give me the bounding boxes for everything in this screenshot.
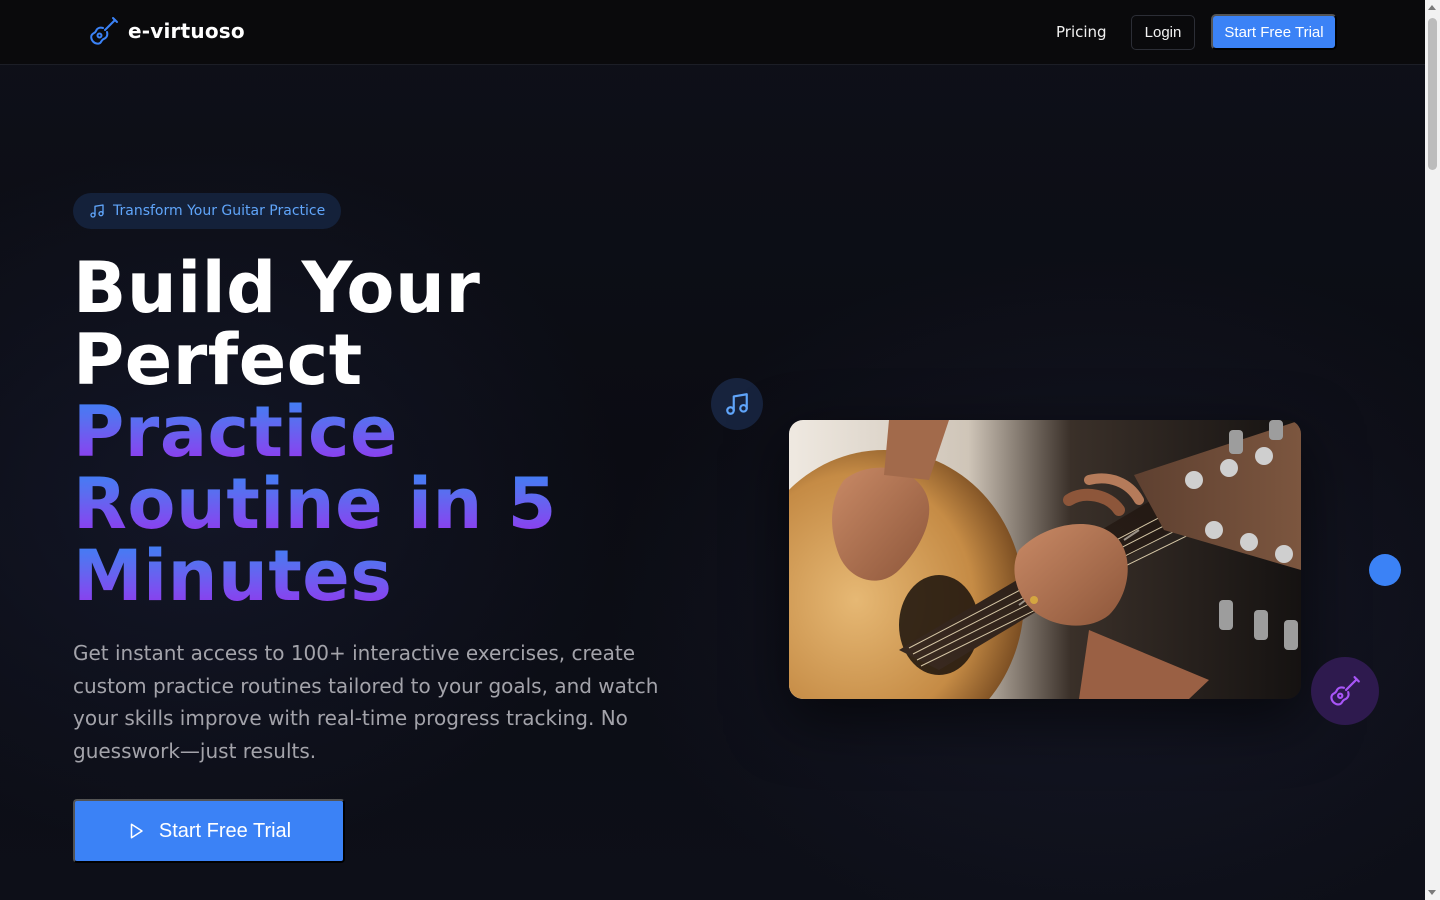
hero-start-trial-button[interactable]: Start Free Trial (73, 799, 345, 863)
nav-start-trial-button[interactable]: Start Free Trial (1211, 14, 1337, 50)
guitar-photo-illustration (789, 420, 1301, 699)
brand-logo[interactable]: e-virtuoso (88, 15, 245, 47)
top-navbar: e-virtuoso Pricing Login Start Free Tria… (0, 0, 1425, 65)
headline-line-4: Routine in 5 (73, 468, 693, 540)
guitar-icon (1330, 676, 1360, 706)
headline-line-3: Practice (73, 396, 693, 468)
floating-guitar-badge (1311, 657, 1379, 725)
hero-badge-text: Transform Your Guitar Practice (113, 203, 326, 219)
scroll-thumb[interactable] (1428, 18, 1437, 170)
hero-headline: Build Your Perfect Practice Routine in 5… (73, 252, 693, 612)
music-note-icon (90, 204, 104, 218)
play-icon (130, 823, 143, 839)
nav-link-pricing[interactable]: Pricing (1044, 15, 1119, 49)
hero-subtext: Get instant access to 100+ interactive e… (73, 641, 659, 763)
headline-line-2: Perfect (73, 319, 363, 401)
hero-cta-label: Start Free Trial (158, 819, 292, 842)
scroll-down-arrow-icon[interactable] (1428, 890, 1436, 895)
headline-line-5: Minutes (73, 540, 693, 612)
headline-line-1: Build Your (73, 247, 481, 329)
music-note-icon (726, 393, 748, 415)
page-scrollbar[interactable] (1425, 0, 1440, 900)
hero-guitar-photo (789, 420, 1301, 699)
decorative-blue-dot (1369, 554, 1401, 586)
brand-name: e-virtuoso (128, 19, 245, 43)
hero-badge: Transform Your Guitar Practice (73, 193, 341, 229)
floating-music-badge (711, 378, 763, 430)
login-button[interactable]: Login (1131, 15, 1195, 50)
guitar-icon (90, 17, 118, 45)
scroll-up-arrow-icon[interactable] (1428, 5, 1436, 10)
landing-page: e-virtuoso Pricing Login Start Free Tria… (0, 0, 1440, 900)
